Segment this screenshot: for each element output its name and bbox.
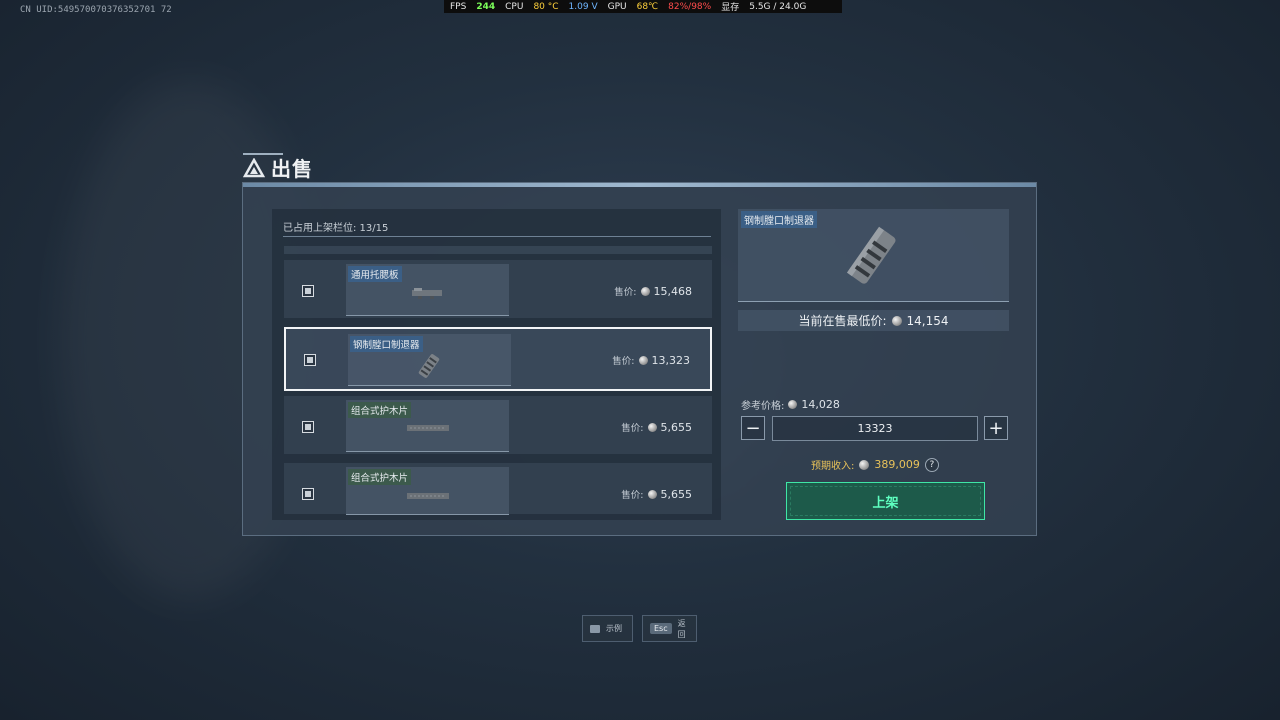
increase-button[interactable]: + <box>984 416 1008 440</box>
muzzle-brake-icon <box>418 354 440 378</box>
price-label: 售价: <box>621 423 644 434</box>
item-name-tag: 通用托腮板 <box>348 266 402 282</box>
cpu-volt: 1.09 V <box>568 1 598 12</box>
help-icon[interactable]: ? <box>924 457 939 472</box>
item-name-tag: 组合式护木片 <box>348 402 412 418</box>
hint-example[interactable]: 示例 <box>582 615 633 642</box>
gpu-label: GPU <box>607 1 627 12</box>
price-label: 售价: <box>614 287 637 298</box>
lowest-price-bar: 当前在售最低价: 14,154 <box>738 310 1009 331</box>
detail-item-name: 钢制膛口制退器 <box>741 211 817 228</box>
reference-price-label: 参考价格: <box>741 401 785 412</box>
lowest-price-label: 当前在售最低价: <box>798 314 887 328</box>
decrease-button[interactable]: − <box>741 416 765 440</box>
price-label: 售价: <box>621 490 644 501</box>
performance-overlay: FPS 244 CPU 80 °C 1.09 V GPU 68℃ 82%/98%… <box>444 0 842 13</box>
dialog-top-bar <box>243 183 1036 187</box>
muzzle-brake-large-icon <box>846 226 896 284</box>
expected-income: 预期收入: 389,009 ? <box>811 457 939 472</box>
cpu-temp: 80 °C <box>533 1 559 12</box>
slots-used-label: 已占用上架栏位: 13/15 <box>283 223 389 234</box>
gpu-load: 82%/98% <box>668 1 712 12</box>
vram-value: 5.5G / 24.0G <box>749 1 807 12</box>
income-value: 389,009 <box>874 458 920 471</box>
price-value: 15,468 <box>653 284 693 298</box>
fps-label: FPS <box>450 1 467 12</box>
mouse-key-icon <box>590 624 600 633</box>
gpu-temp: 68℃ <box>636 1 659 12</box>
list-item[interactable]: 通用托腮板 售价: 15,468 <box>284 260 712 318</box>
list-item[interactable]: 组合式护木片 售价: 5,655 <box>284 396 712 454</box>
coin-icon <box>647 489 657 499</box>
item-name-tag: 钢制膛口制退器 <box>350 336 423 352</box>
item-detail-preview: 钢制膛口制退器 <box>738 209 1009 302</box>
price-value: 13,323 <box>651 353 691 367</box>
item-price: 售价: 13,323 <box>612 353 691 368</box>
item-thumbnail: 通用托腮板 <box>346 264 509 316</box>
dialog-header: 出售 <box>243 153 313 182</box>
income-label: 预期收入: <box>811 461 855 472</box>
cheek-rest-icon <box>412 288 442 299</box>
player-uid: CN UID:549570070376352701 72 <box>20 5 172 15</box>
reference-price: 参考价格: 14,028 <box>741 397 840 412</box>
hint-example-label: 示例 <box>606 624 622 633</box>
price-value: 5,655 <box>660 487 693 501</box>
coin-icon <box>891 315 902 326</box>
list-item-selected[interactable]: 钢制膛口制退器 售价: 13,323 <box>284 327 712 391</box>
price-label: 售价: <box>612 356 635 367</box>
coin-icon <box>788 400 798 409</box>
item-price: 售价: 5,655 <box>621 487 693 502</box>
hint-back-label: 返回 <box>677 618 686 639</box>
coin-icon <box>647 422 657 432</box>
fps-value: 244 <box>476 1 496 12</box>
price-input[interactable]: 13323 <box>772 416 978 441</box>
handguard-panel-icon <box>407 493 449 499</box>
list-button-label: 上架 <box>872 495 899 511</box>
item-thumbnail: 组合式护木片 <box>346 467 509 515</box>
list-item[interactable]: 组合式护木片 售价: 5,655 <box>284 463 712 515</box>
reference-price-value: 14,028 <box>801 398 840 411</box>
item-price: 售价: 15,468 <box>614 284 693 299</box>
hint-back[interactable]: Esc 返回 <box>642 615 697 642</box>
cpu-label: CPU <box>505 1 524 12</box>
item-checkbox[interactable] <box>304 354 316 366</box>
esc-key: Esc <box>650 623 672 634</box>
vram-label: 显存 <box>721 3 740 13</box>
dialog-title: 出售 <box>271 157 313 181</box>
triangle-logo-icon <box>243 157 265 177</box>
divider <box>283 236 711 237</box>
item-checkbox[interactable] <box>302 421 314 433</box>
lowest-price-value: 14,154 <box>906 313 949 328</box>
item-checkbox[interactable] <box>302 285 314 297</box>
item-thumbnail: 组合式护木片 <box>346 400 509 452</box>
price-value: 5,655 <box>660 420 693 434</box>
item-name-tag: 组合式护木片 <box>348 469 412 485</box>
item-price: 售价: 5,655 <box>621 420 693 435</box>
list-for-sale-button[interactable]: 上架 <box>786 482 985 520</box>
coin-icon <box>638 355 648 365</box>
list-item-partial <box>284 246 712 254</box>
item-thumbnail: 钢制膛口制退器 <box>348 334 511 386</box>
coin-icon <box>859 459 870 470</box>
item-checkbox[interactable] <box>302 488 314 500</box>
handguard-panel-icon <box>407 425 449 431</box>
coin-icon <box>640 286 650 296</box>
